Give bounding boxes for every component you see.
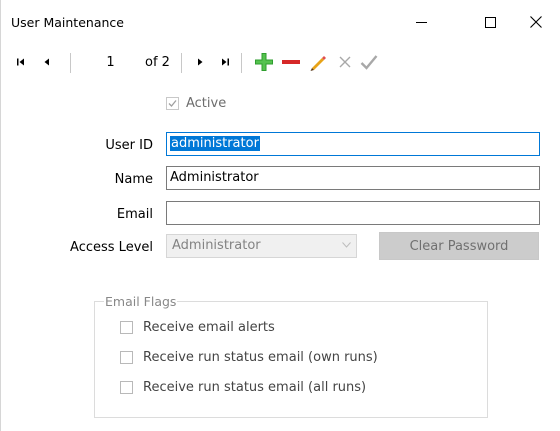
window-title: User Maintenance: [11, 15, 124, 30]
active-label: Active: [186, 96, 227, 111]
minimize-button[interactable]: [398, 6, 444, 38]
edit-button[interactable]: [307, 51, 329, 73]
next-icon: [198, 58, 203, 66]
minimize-icon: [415, 21, 427, 23]
chevron-down-icon: [342, 242, 351, 248]
receive-email-alerts-checkbox[interactable]: [120, 321, 133, 334]
user-id-field[interactable]: administrator: [166, 132, 540, 156]
name-field[interactable]: Administrator: [166, 166, 540, 190]
close-button[interactable]: [513, 6, 559, 38]
email-label: Email: [116, 207, 153, 222]
access-level-label: Access Level: [70, 240, 153, 255]
checkmark-icon: [168, 100, 177, 107]
user-maintenance-window: User Maintenance 1 of 2 Active User ID a…: [0, 0, 560, 431]
delete-button[interactable]: [280, 51, 302, 73]
move-next-button[interactable]: [189, 51, 211, 73]
active-checkbox[interactable]: [166, 97, 179, 110]
record-navigator: 1 of 2: [1, 42, 560, 82]
maximize-button[interactable]: [467, 6, 513, 38]
toolbar-separator: [241, 53, 242, 73]
previous-icon: [44, 58, 49, 66]
user-id-label: User ID: [105, 138, 153, 153]
delete-icon: [282, 60, 300, 64]
move-first-button[interactable]: [10, 51, 32, 73]
save-icon: [360, 55, 378, 70]
add-new-button[interactable]: [253, 51, 275, 73]
toolbar-separator: [181, 53, 182, 73]
move-last-button[interactable]: [214, 51, 236, 73]
name-label: Name: [114, 172, 153, 187]
add-icon: [255, 53, 273, 71]
receive-all-runs-label: Receive run status email (all runs): [143, 380, 367, 395]
last-icon: [222, 58, 229, 66]
access-level-dropdown[interactable]: Administrator: [166, 234, 357, 258]
email-flags-title: Email Flags: [104, 294, 178, 309]
title-bar: User Maintenance: [1, 0, 560, 42]
move-previous-button[interactable]: [36, 51, 58, 73]
receive-email-alerts-label: Receive email alerts: [143, 320, 275, 335]
edit-icon: [310, 56, 326, 71]
first-icon: [17, 58, 24, 66]
email-field[interactable]: [166, 201, 540, 225]
close-icon: [530, 16, 542, 28]
clear-password-button[interactable]: Clear Password: [379, 232, 539, 260]
maximize-icon: [484, 16, 496, 28]
cancel-edit-button[interactable]: [334, 51, 356, 73]
record-count-label: of 2: [145, 55, 170, 70]
receive-all-runs-checkbox[interactable]: [120, 381, 133, 394]
save-button[interactable]: [358, 51, 380, 73]
toolbar-separator: [70, 53, 71, 73]
receive-own-runs-label: Receive run status email (own runs): [143, 350, 378, 365]
access-level-value: Administrator: [172, 238, 261, 253]
user-id-value: administrator: [170, 136, 260, 151]
position-field[interactable]: 1: [83, 51, 138, 73]
receive-own-runs-checkbox[interactable]: [120, 351, 133, 364]
cancel-icon: [339, 56, 351, 68]
